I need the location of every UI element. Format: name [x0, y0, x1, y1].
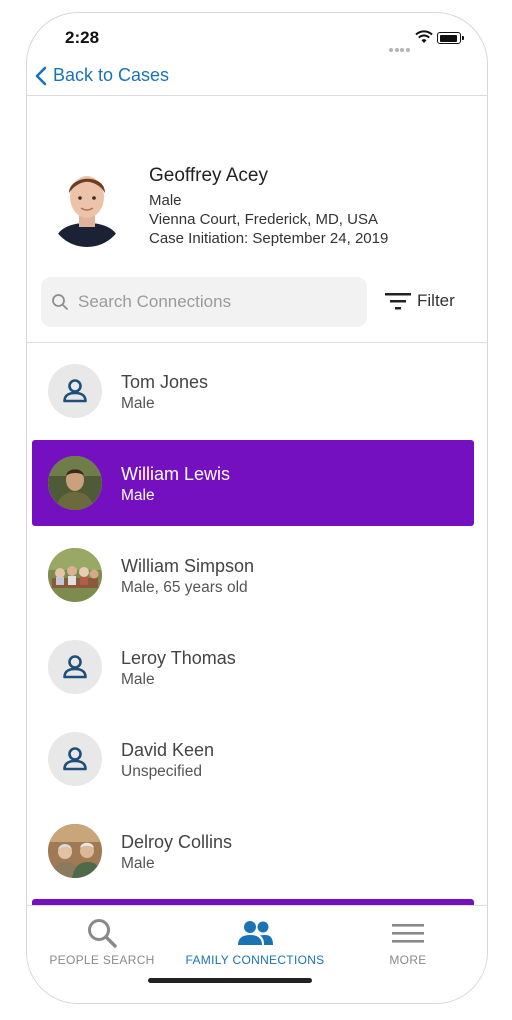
connection-row[interactable]: William Simpson Male, 65 years old	[32, 532, 474, 618]
status-bar: 2:28	[27, 13, 487, 63]
connection-name: David Keen	[121, 740, 215, 760]
connection-row[interactable]: Delroy Collins Male	[32, 808, 474, 894]
tab-label: PEOPLE SEARCH	[49, 953, 155, 967]
tab-more[interactable]: MORE	[333, 916, 483, 967]
avatar	[48, 548, 102, 602]
search-bar	[41, 277, 367, 327]
tab-family-connections[interactable]: FAMILY CONNECTIONS	[180, 916, 330, 967]
tab-people-search[interactable]: PEOPLE SEARCH	[27, 916, 177, 967]
back-label: Back to Cases	[53, 65, 170, 85]
status-time: 2:28	[65, 28, 100, 47]
profile-details: Geoffrey Acey Male Vienna Court, Frederi…	[149, 165, 388, 248]
signal-icon	[389, 39, 411, 57]
phone-frame: 2:28 Back to Cases Geoffrey Acey Male Vi…	[26, 12, 488, 1004]
connection-detail: Male	[121, 671, 155, 688]
connection-detail: Unspecified	[121, 763, 202, 780]
person-icon	[48, 640, 102, 694]
search-icon	[88, 919, 117, 948]
profile-photo	[49, 163, 125, 247]
profile-location: Vienna Court, Frederick, MD, USA	[149, 211, 378, 228]
connection-name: William Lewis	[121, 464, 231, 484]
profile-name: Geoffrey Acey	[149, 165, 268, 186]
connection-name: Leroy Thomas	[121, 648, 236, 668]
search-icon	[52, 294, 68, 310]
back-to-cases-button[interactable]: Back to Cases	[35, 65, 169, 86]
battery-icon	[437, 32, 464, 44]
avatar	[48, 824, 102, 878]
connection-row[interactable]: David Keen Unspecified	[32, 716, 474, 802]
filter-button[interactable]: Filter	[385, 291, 455, 311]
menu-icon	[392, 924, 424, 943]
connection-row[interactable]: Tom Jones Male	[32, 348, 474, 434]
search-input[interactable]	[76, 291, 350, 313]
profile-case-initiation: Case Initiation: September 24, 2019	[149, 230, 389, 247]
divider	[27, 342, 487, 343]
tab-label: FAMILY CONNECTIONS	[185, 953, 325, 967]
people-icon	[238, 921, 273, 945]
filter-label: Filter	[417, 291, 455, 310]
avatar	[48, 456, 102, 510]
connection-name: Delroy Collins	[121, 832, 233, 852]
connection-detail: Male	[121, 487, 155, 504]
connection-row[interactable]: Leroy Thomas Male	[32, 624, 474, 710]
connection-detail: Male	[121, 855, 155, 872]
person-icon	[48, 364, 102, 418]
connection-name: Tom Jones	[121, 372, 209, 392]
connection-detail: Male, 65 years old	[121, 579, 248, 596]
home-indicator[interactable]	[148, 978, 312, 983]
nav-bar: Back to Cases	[27, 61, 487, 96]
profile-gender: Male	[149, 192, 182, 209]
connection-detail: Male	[121, 395, 155, 412]
connection-row-selected[interactable]: William Lewis Male	[32, 440, 474, 526]
connection-name: William Simpson	[121, 556, 255, 576]
person-icon	[48, 732, 102, 786]
chevron-left-icon	[35, 66, 47, 85]
filter-icon	[385, 293, 411, 310]
tab-bar: PEOPLE SEARCH FAMILY CONNECTIONS MORE	[27, 905, 487, 1003]
wifi-icon	[415, 30, 433, 43]
tab-label: MORE	[389, 953, 427, 967]
